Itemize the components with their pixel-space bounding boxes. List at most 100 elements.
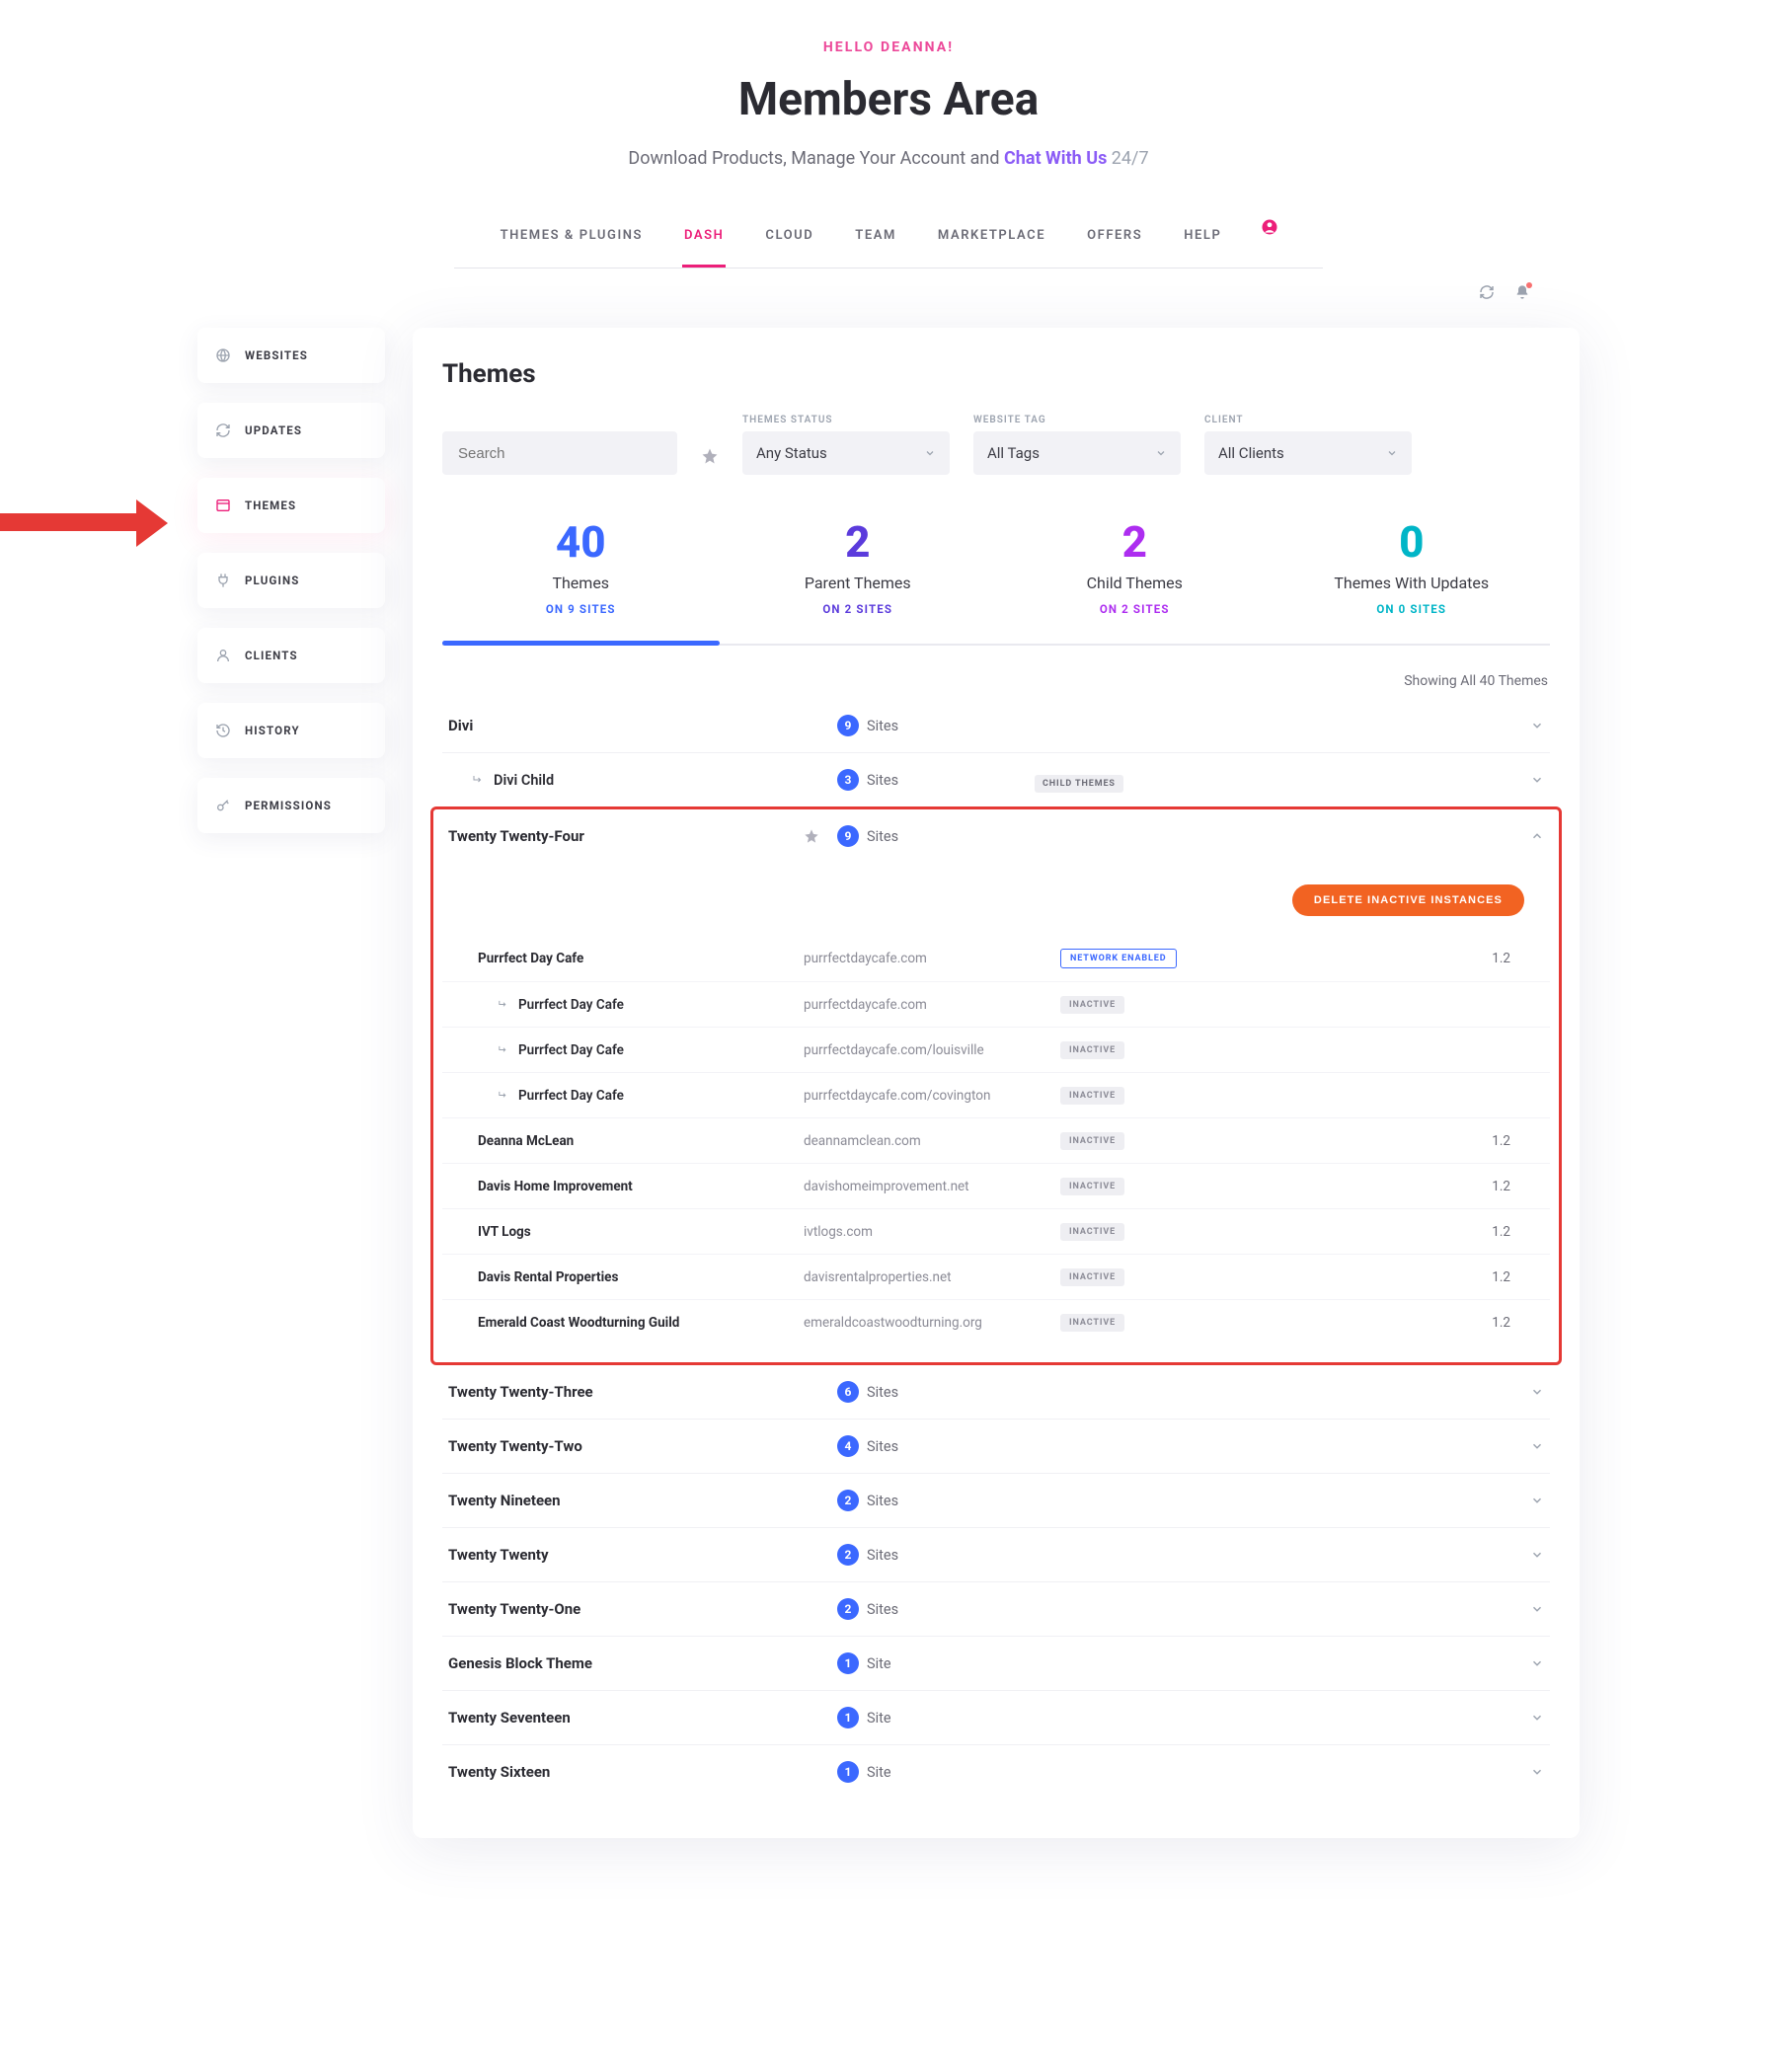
theme-row[interactable]: Divi Child3SitesCHILD THEMES xyxy=(442,752,1550,806)
chevron-down-icon[interactable] xyxy=(1530,1656,1544,1670)
stat-themes[interactable]: 40ThemesON 9 SITES xyxy=(442,508,720,644)
status-badge: INACTIVE xyxy=(1060,1268,1124,1286)
tab-marketplace[interactable]: MARKETPLACE xyxy=(936,218,1047,268)
theme-count: 9 Sites xyxy=(837,825,1035,847)
chevron-down-icon[interactable] xyxy=(1530,719,1544,732)
stat-child-themes[interactable]: 2Child ThemesON 2 SITES xyxy=(996,508,1274,644)
chevron-down-icon[interactable] xyxy=(1530,1602,1544,1616)
stat-label: Themes xyxy=(442,574,720,592)
chevron-up-icon[interactable] xyxy=(1530,829,1544,843)
instance-row[interactable]: Purrfect Day Cafepurrfectdaycafe.comNETW… xyxy=(442,936,1550,981)
instance-row[interactable]: IVT Logsivtlogs.comINACTIVE1.2 xyxy=(442,1208,1550,1254)
count-unit: Sites xyxy=(867,718,898,734)
theme-row[interactable]: Twenty Nineteen2Sites xyxy=(442,1473,1550,1527)
search-input[interactable] xyxy=(442,431,677,475)
chevron-down-icon[interactable] xyxy=(1530,773,1544,787)
bell-icon[interactable] xyxy=(1514,284,1530,300)
theme-row[interactable]: Twenty Twenty-One2Sites xyxy=(442,1581,1550,1636)
theme-count: 6Sites xyxy=(837,1381,1035,1403)
theme-row[interactable]: Genesis Block Theme1Site xyxy=(442,1636,1550,1690)
tab-themes-plugins[interactable]: THEMES & PLUGINS xyxy=(499,218,645,268)
count-unit: Site xyxy=(867,1764,891,1781)
theme-row[interactable]: Twenty Twenty-Two4Sites xyxy=(442,1419,1550,1473)
instance-row[interactable]: Purrfect Day Cafepurrfectdaycafe.com/cov… xyxy=(442,1072,1550,1117)
filter-client: CLIENTAll Clients xyxy=(1204,415,1412,475)
star-icon[interactable] xyxy=(804,828,837,844)
sidebar-item-permissions[interactable]: PERMISSIONS xyxy=(197,778,385,833)
count-badge: 2 xyxy=(837,1544,859,1566)
stat-number: 2 xyxy=(720,516,997,568)
theme-row[interactable]: Twenty Seventeen1Site xyxy=(442,1690,1550,1744)
sidebar-item-websites[interactable]: WEBSITES xyxy=(197,328,385,383)
instance-row[interactable]: Emerald Coast Woodturning Guildemeraldco… xyxy=(442,1299,1550,1344)
theme-row[interactable]: Twenty Twenty-Three6Sites xyxy=(442,1365,1550,1419)
count-unit: Sites xyxy=(867,1384,898,1401)
filter-select[interactable]: All Tags xyxy=(973,431,1181,475)
instance-url: purrfectdaycafe.com xyxy=(804,951,1060,966)
instance-row[interactable]: Deanna McLeandeannamclean.comINACTIVE1.2 xyxy=(442,1117,1550,1163)
sidebar-item-history[interactable]: HISTORY xyxy=(197,703,385,758)
stat-themes-with-updates[interactable]: 0Themes With UpdatesON 0 SITES xyxy=(1274,508,1551,644)
chevron-down-icon[interactable] xyxy=(1530,1385,1544,1399)
instance-row[interactable]: Davis Rental Propertiesdavisrentalproper… xyxy=(442,1254,1550,1299)
user-avatar-icon[interactable] xyxy=(1261,218,1278,268)
favorite-filter-icon[interactable] xyxy=(701,447,719,475)
theme-row[interactable]: Twenty Sixteen1Site xyxy=(442,1744,1550,1799)
instance-status: INACTIVE xyxy=(1060,1222,1258,1241)
chevron-down-icon[interactable] xyxy=(1530,1711,1544,1725)
stat-sub: ON 0 SITES xyxy=(1274,602,1551,616)
instance-row[interactable]: Davis Home Improvementdavishomeimproveme… xyxy=(442,1163,1550,1208)
sidebar: WEBSITES UPDATES THEMES PLUGINS CLIENTS HISTO… xyxy=(197,328,385,833)
chevron-down-icon[interactable] xyxy=(1530,1494,1544,1507)
tab-offers[interactable]: OFFERS xyxy=(1085,218,1144,268)
chevron-down-icon[interactable] xyxy=(1530,1765,1544,1779)
stat-label: Parent Themes xyxy=(720,574,997,592)
theme-row[interactable]: Twenty Twenty2Sites xyxy=(442,1527,1550,1581)
sidebar-item-themes[interactable]: THEMES xyxy=(197,478,385,533)
stat-parent-themes[interactable]: 2Parent ThemesON 2 SITES xyxy=(720,508,997,644)
instance-row[interactable]: Purrfect Day Cafepurrfectdaycafe.comINAC… xyxy=(442,981,1550,1027)
instance-status: INACTIVE xyxy=(1060,995,1258,1014)
instance-status: INACTIVE xyxy=(1060,1177,1258,1195)
sidebar-item-updates[interactable]: UPDATES xyxy=(197,403,385,458)
theme-count: 3Sites xyxy=(837,769,1035,791)
theme-row-expanded[interactable]: Twenty Twenty-Four 9 Sites xyxy=(442,809,1550,863)
instance-status: INACTIVE xyxy=(1060,1267,1258,1286)
chat-link[interactable]: Chat With Us xyxy=(1004,148,1107,169)
refresh-icon[interactable] xyxy=(1479,284,1495,300)
sidebar-item-clients[interactable]: CLIENTS xyxy=(197,628,385,683)
count-badge: 9 xyxy=(837,715,859,736)
filter-select[interactable]: All Clients xyxy=(1204,431,1412,475)
status-badge: INACTIVE xyxy=(1060,1087,1124,1105)
tab-dash[interactable]: DASH xyxy=(682,218,726,268)
subtitle-lead: Download Products, Manage Your Account a… xyxy=(628,148,1004,169)
sidebar-label: WEBSITES xyxy=(245,348,308,362)
instance-version: 1.2 xyxy=(1492,1269,1550,1285)
utility-icons xyxy=(1479,284,1530,300)
stat-number: 40 xyxy=(442,516,720,568)
search-wrap xyxy=(442,431,677,475)
sidebar-item-plugins[interactable]: PLUGINS xyxy=(197,553,385,608)
subtitle: Download Products, Manage Your Account a… xyxy=(0,148,1777,169)
tab-team[interactable]: TEAM xyxy=(853,218,898,268)
delete-inactive-button[interactable]: DELETE INACTIVE INSTANCES xyxy=(1292,884,1524,916)
chevron-down-icon[interactable] xyxy=(1530,1548,1544,1562)
count-badge: 2 xyxy=(837,1490,859,1511)
sub-indicator-icon xyxy=(498,1090,508,1101)
theme-count: 1Site xyxy=(837,1707,1035,1728)
child-indicator-icon xyxy=(472,774,484,786)
instance-url: deannamclean.com xyxy=(804,1133,1060,1149)
count-unit: Sites xyxy=(867,1601,898,1618)
count-unit: Site xyxy=(867,1710,891,1727)
chevron-down-icon[interactable] xyxy=(1530,1439,1544,1453)
instance-row[interactable]: Purrfect Day Cafepurrfectdaycafe.com/lou… xyxy=(442,1027,1550,1072)
globe-icon xyxy=(215,347,231,363)
stat-sub: ON 2 SITES xyxy=(996,602,1274,616)
count-unit: Sites xyxy=(867,1547,898,1564)
theme-row[interactable]: Divi9Sites xyxy=(442,699,1550,752)
expanded-body: DELETE INACTIVE INSTANCES Purrfect Day C… xyxy=(442,863,1550,1362)
tab-cloud[interactable]: CLOUD xyxy=(763,218,815,268)
instance-name: Purrfect Day Cafe xyxy=(498,1042,804,1058)
filter-select[interactable]: Any Status xyxy=(742,431,950,475)
tab-help[interactable]: HELP xyxy=(1182,218,1223,268)
